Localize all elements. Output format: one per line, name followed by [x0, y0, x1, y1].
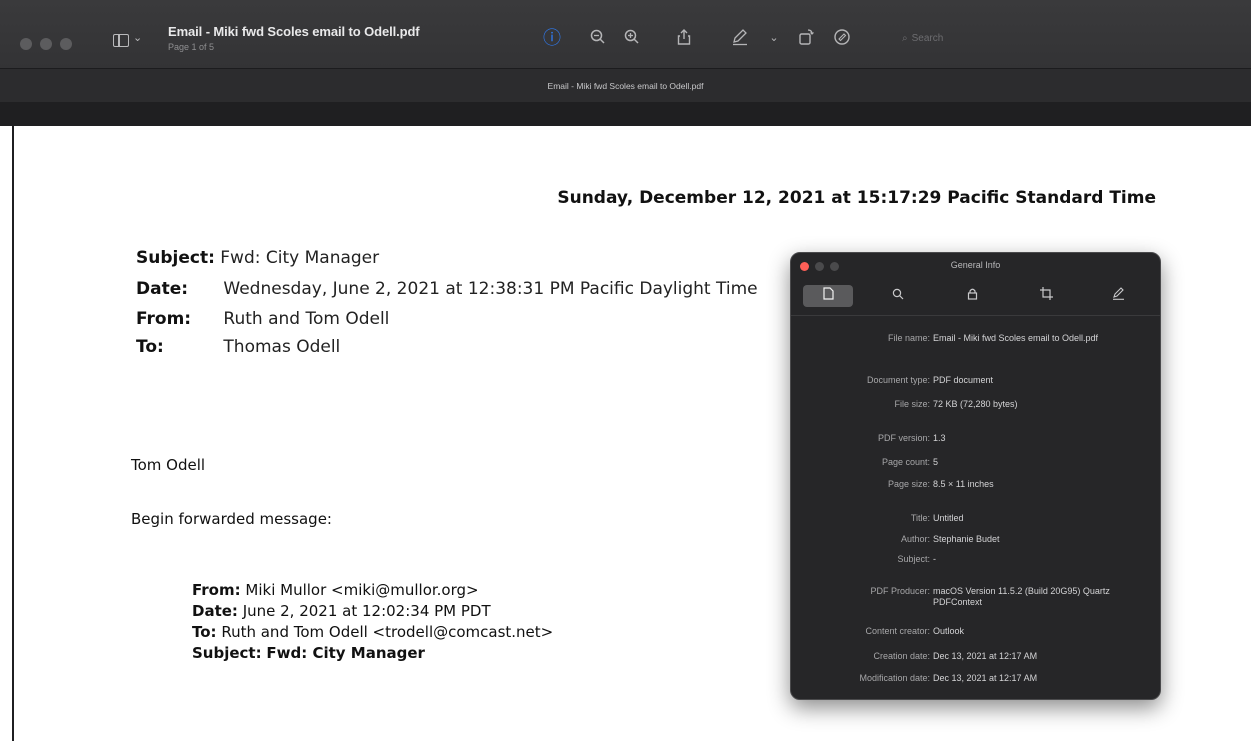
sidebar-toggle-icon[interactable] — [113, 34, 129, 47]
general-info-panel: General Info File name: Email - Miki fwd… — [790, 252, 1161, 700]
fwd-to-label: To: — [192, 623, 217, 641]
info-label: Modification date: — [859, 673, 930, 683]
info-value: 72 KB (72,280 bytes) — [933, 399, 1018, 409]
tab-document-title[interactable]: Email - Miki fwd Scoles email to Odell.p… — [0, 81, 1251, 91]
fwd-from-row: From: Miki Mullor <miki@mullor.org> — [192, 581, 479, 599]
zoom-in-icon[interactable] — [622, 28, 642, 48]
to-label: To: — [136, 337, 164, 357]
email-to-row: To: Thomas Odell — [136, 337, 340, 357]
info-label: Creation date: — [873, 651, 930, 661]
rotate-icon[interactable] — [796, 28, 816, 48]
general-info-tab[interactable] — [803, 285, 853, 307]
minimize-window-button[interactable] — [40, 38, 52, 50]
search-field[interactable]: ⌕ Search — [902, 30, 1022, 48]
info-value: Email - Miki fwd Scoles email to Odell.p… — [933, 333, 1099, 343]
fwd-to-row: To: Ruth and Tom Odell <trodell@comcast.… — [192, 623, 553, 641]
info-label: File size: — [894, 399, 930, 409]
tab-bar: Email - Miki fwd Scoles email to Odell.p… — [0, 68, 1251, 102]
info-value: Outlook — [933, 626, 965, 636]
share-icon[interactable] — [674, 28, 694, 48]
zoom-window-button[interactable] — [60, 38, 72, 50]
fwd-date-label: Date: — [192, 602, 238, 620]
email-date-row: Date: Wednesday, June 2, 2021 at 12:38:3… — [136, 279, 758, 299]
info-label: Subject: — [897, 554, 930, 564]
info-label: PDF Producer: — [870, 586, 930, 596]
signature-line: Tom Odell — [131, 456, 206, 474]
page-indicator: Page 1 of 5 — [168, 42, 215, 52]
subject-label: Subject: — [136, 248, 215, 268]
info-label: Author: — [900, 534, 930, 544]
info-label: Title: — [910, 513, 930, 523]
from-label: From: — [136, 309, 192, 329]
fwd-subject-row: Subject: Fwd: City Manager — [192, 644, 425, 662]
close-window-button[interactable] — [20, 38, 32, 50]
crop-tab[interactable] — [1021, 285, 1071, 307]
search-icon: ⌕ — [902, 33, 908, 44]
fwd-from-label: From: — [192, 581, 241, 599]
chevron-down-icon[interactable]: ⌄ — [133, 31, 142, 44]
fwd-date-value: June 2, 2021 at 12:02:34 PM PDT — [242, 602, 491, 620]
info-label: File name: — [887, 333, 930, 343]
to-value: Thomas Odell — [223, 337, 341, 357]
fwd-from-value: Miki Mullor <miki@mullor.org> — [245, 581, 479, 599]
info-value: 1.3 — [933, 433, 946, 443]
date-label: Date: — [136, 279, 189, 299]
email-subject-row: Subject: Fwd: City Manager — [136, 248, 379, 268]
subject-value: Fwd: City Manager — [220, 248, 380, 268]
begin-forwarded-line: Begin forwarded message: — [131, 510, 332, 528]
info-label: PDF version: — [877, 433, 930, 443]
info-label: Page count: — [881, 457, 930, 467]
inspector-tabs — [799, 285, 1150, 307]
from-value: Ruth and Tom Odell — [223, 309, 390, 329]
search-info-tab[interactable] — [873, 285, 923, 307]
print-date: Sunday, December 12, 2021 at 15:17:29 Pa… — [557, 188, 1156, 208]
toolbar-divider — [0, 102, 1251, 126]
document-title: Email - Miki fwd Scoles email to Odell.p… — [168, 24, 420, 39]
markup-pen-icon[interactable] — [730, 28, 750, 48]
panel-divider — [791, 315, 1160, 316]
fwd-to-value: Ruth and Tom Odell <trodell@comcast.net> — [221, 623, 554, 641]
info-value: Dec 13, 2021 at 12:17 AM — [933, 651, 1038, 661]
annotations-tab[interactable] — [1093, 285, 1143, 307]
info-value: 8.5 × 11 inches — [933, 479, 994, 489]
chevron-down-icon[interactable]: ⌄ — [764, 28, 784, 48]
fwd-date-row: Date: June 2, 2021 at 12:02:34 PM PDT — [192, 602, 491, 620]
info-value: macOS Version 11.5.2 (Build 20G95) Quart… — [933, 586, 1110, 607]
info-label: Content creator: — [865, 626, 930, 636]
info-value: - — [933, 554, 936, 564]
title-bar: ⌄ Email - Miki fwd Scoles email to Odell… — [0, 0, 1251, 68]
info-label: Page size: — [887, 479, 930, 489]
search-placeholder: Search — [911, 33, 944, 44]
email-from-row: From: Ruth and Tom Odell — [136, 309, 389, 329]
panel-title: General Info — [950, 260, 1001, 270]
fwd-subject-label: Subject: — [192, 644, 262, 662]
fwd-subject-value: Fwd: City Manager — [266, 644, 425, 662]
annotate-icon[interactable] — [832, 28, 852, 48]
info-icon[interactable]: ⓘ — [542, 28, 562, 48]
info-label: Document type: — [866, 375, 930, 385]
info-value: Dec 13, 2021 at 12:17 AM — [933, 673, 1038, 683]
info-value: Untitled — [933, 513, 964, 523]
info-value: Stephanie Budet — [933, 534, 1000, 544]
security-tab[interactable] — [947, 285, 997, 307]
zoom-out-icon[interactable] — [588, 28, 608, 48]
date-value: Wednesday, June 2, 2021 at 12:38:31 PM P… — [223, 279, 758, 299]
info-value: PDF document — [933, 375, 994, 385]
info-value: 5 — [933, 457, 939, 467]
